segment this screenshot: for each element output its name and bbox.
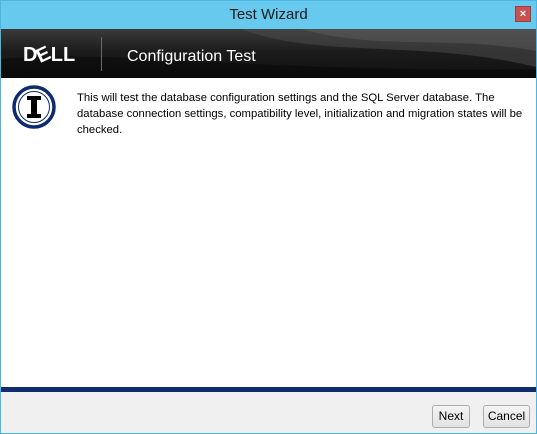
banner-title: Configuration Test	[127, 48, 256, 65]
cancel-button[interactable]: Cancel	[483, 405, 530, 428]
title-bar[interactable]: Test Wizard ×	[1, 1, 536, 29]
dell-logo: DELL	[23, 42, 76, 68]
close-icon: ×	[519, 8, 527, 20]
banner-swoosh-graphic	[1, 29, 536, 78]
window-title: Test Wizard	[229, 6, 308, 23]
close-button[interactable]: ×	[515, 6, 531, 22]
header-banner: DELL Configuration Test	[1, 29, 536, 78]
description-text: This will test the database configuratio…	[77, 92, 523, 136]
next-button[interactable]: Next	[432, 405, 470, 428]
content-area: This will test the database configuratio…	[1, 78, 536, 386]
button-bar: Next Cancel	[1, 392, 536, 433]
banner-divider	[101, 37, 102, 71]
info-icon	[12, 85, 56, 129]
wizard-window: Test Wizard × DELL Configuration Test Th…	[0, 0, 537, 434]
